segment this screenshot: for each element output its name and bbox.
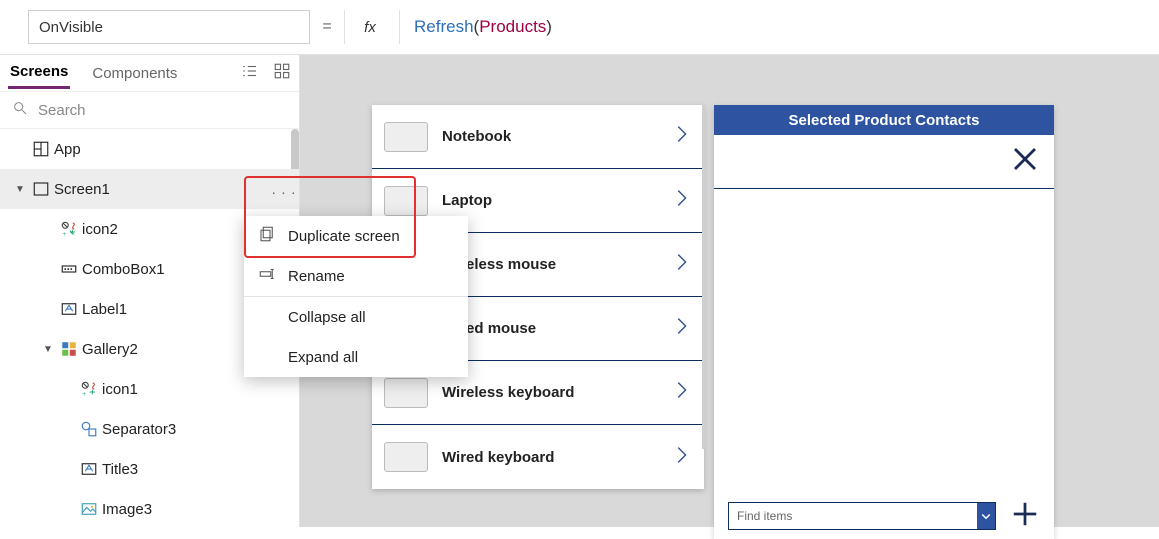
tree-node-screen1[interactable]: ▼ Screen1 . . . (0, 169, 299, 209)
tree-node-title3[interactable]: Title3 (0, 449, 299, 489)
fx-label: fx (364, 19, 376, 36)
formula-input[interactable]: Refresh ( Products ) (400, 10, 1159, 44)
svg-text:+: + (62, 231, 66, 238)
grid-view-icon[interactable] (273, 62, 291, 85)
app-icon (30, 140, 52, 158)
more-options-button[interactable]: . . . (269, 181, 299, 197)
combobox-placeholder: Find items (737, 509, 792, 523)
formula-token-paren: ) (546, 17, 552, 37)
main-area: Screens Components (0, 55, 1159, 527)
label-icon (58, 300, 80, 318)
image-icon (78, 500, 100, 518)
product-image (384, 186, 428, 216)
duplicate-icon (258, 225, 276, 247)
product-image (384, 122, 428, 152)
icon-group-icon: + (58, 220, 80, 238)
product-title: Laptop (442, 192, 656, 209)
caret-down-icon: ▼ (10, 184, 30, 195)
product-image (384, 378, 428, 408)
property-selector[interactable]: OnVisible (28, 10, 310, 44)
menu-expand-all[interactable]: Expand all (244, 337, 468, 377)
rename-icon (258, 265, 276, 287)
contacts-panel-body (714, 189, 1054, 493)
caret-down-icon: ▼ (38, 344, 58, 355)
chevron-right-icon[interactable] (670, 123, 692, 150)
equals-sign: = (310, 18, 344, 36)
menu-collapse-all[interactable]: Collapse all (244, 297, 468, 337)
tree-panel-header: Screens Components (0, 55, 299, 91)
combobox-icon (58, 260, 80, 278)
tab-components[interactable]: Components (90, 59, 179, 88)
find-items-combobox[interactable]: Find items (728, 502, 996, 530)
product-image (384, 442, 428, 472)
gallery-item[interactable]: Notebook (372, 105, 704, 169)
product-title: Wired mouse (442, 320, 656, 337)
label-icon (78, 460, 100, 478)
gallery-item[interactable]: Wired keyboard (372, 425, 704, 489)
formula-token-identifier: Products (479, 17, 546, 37)
tree-node-separator3[interactable]: Separator3 (0, 409, 299, 449)
product-title: Notebook (442, 128, 656, 145)
contacts-panel-top (714, 135, 1054, 189)
svg-text:+: + (82, 391, 86, 398)
search-icon (12, 100, 28, 121)
screen-context-menu: Duplicate screen Rename Collapse all Exp… (244, 216, 468, 377)
separator-icon (78, 420, 100, 438)
tree-search-input[interactable] (38, 102, 287, 119)
tree-node-image3[interactable]: Image3 (0, 489, 299, 527)
product-title: Wired keyboard (442, 449, 656, 466)
contacts-panel: Selected Product Contacts Find items (714, 105, 1054, 539)
product-title: Wireless mouse (442, 256, 656, 273)
product-title: Wireless keyboard (442, 384, 656, 401)
property-selector-label: OnVisible (39, 19, 103, 36)
close-icon[interactable] (1010, 144, 1040, 179)
menu-rename[interactable]: Rename (244, 256, 468, 296)
chevron-right-icon[interactable] (670, 444, 692, 471)
chevron-right-icon[interactable] (670, 379, 692, 406)
tab-screens[interactable]: Screens (8, 57, 70, 89)
chevron-down-icon (977, 503, 995, 529)
contacts-panel-bottom: Find items (714, 493, 1054, 539)
add-icon[interactable] (1010, 499, 1040, 534)
list-view-icon[interactable] (241, 62, 259, 85)
menu-duplicate-screen[interactable]: Duplicate screen (244, 216, 468, 256)
screen-icon (30, 180, 52, 198)
icon-group-icon: + (78, 380, 100, 398)
fx-button[interactable]: fx (344, 10, 400, 44)
chevron-right-icon[interactable] (670, 315, 692, 342)
tree-search[interactable] (0, 91, 299, 129)
contacts-panel-title: Selected Product Contacts (714, 105, 1054, 135)
formula-token-function: Refresh (414, 17, 474, 37)
tree-node-app[interactable]: App (0, 129, 299, 169)
chevron-right-icon[interactable] (670, 187, 692, 214)
formula-bar: OnVisible = fx Refresh ( Products ) (0, 0, 1159, 55)
gallery-icon (58, 340, 80, 358)
chevron-right-icon[interactable] (670, 251, 692, 278)
